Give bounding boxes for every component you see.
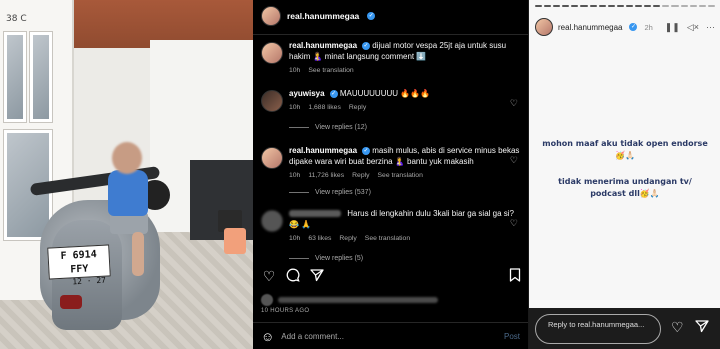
story-username[interactable]: real.hanummegaa [558,23,622,32]
mute-icon[interactable]: ◁× [687,22,699,33]
avatar[interactable] [261,210,283,232]
comment-item: Harus di lengkahin dulu 3kali biar ga si… [261,208,523,244]
heart-icon[interactable]: ♡ [510,155,518,166]
house-number: 38 C [6,14,27,24]
plate-number: F 6914 FFY [60,249,97,276]
story-text-line1: mohon maaf aku tidak open endorse🥳🙏🏻 [542,139,708,160]
comment-likes[interactable]: 11,726 likes [308,170,344,181]
avatar[interactable] [261,6,281,26]
view-replies-button[interactable]: View replies (5) [289,255,363,262]
story-text-line2: tidak menerima undangan tv/ podcast dll🥳… [558,177,692,198]
post-comment-button[interactable]: Post [504,332,520,341]
avatar[interactable] [261,147,283,169]
post-photo[interactable]: 38 C F 6914 FFY 12 · 27 [0,0,253,349]
bookmark-icon[interactable] [507,268,523,284]
verified-badge-icon: ✓ [362,146,371,155]
photo-child-leg [132,232,144,276]
photo-child-head-blurred [112,142,142,174]
verified-badge-icon: ✓ [367,12,376,20]
reply-line [289,258,309,259]
post-comments-panel: real.hanummegaa ✓ real.hanummegaa ✓ dijua… [253,0,528,349]
heart-icon[interactable]: ♡ [671,319,684,335]
view-replies-button[interactable]: View replies (12) [289,124,367,131]
comment-text: MAUUUUUUUU 🔥🔥🔥 [339,89,431,98]
post-time-ago: 10 HOURS AGO [261,308,310,314]
more-icon[interactable]: ··· [706,22,715,33]
verified-badge-icon: ✓ [329,89,338,98]
comment-time: 10h [289,172,301,179]
photo-child-shirt [108,170,148,216]
photo-bucket [224,228,246,254]
license-plate: F 6914 FFY 12 · 27 [47,244,111,286]
view-replies-label: View replies (537) [315,189,371,196]
add-comment-bar: ☺ Add a comment... Post [253,322,528,349]
see-translation-link[interactable]: See translation [365,233,410,244]
comment-item: real.hanummegaa ✓ masih mulus, abis di se… [261,145,523,181]
heart-icon[interactable]: ♡ [510,98,518,109]
comment-time: 10h [289,235,301,242]
comment-username[interactable]: real.hanummegaa [289,146,357,155]
liked-by-text-blurred [278,297,438,303]
smile-icon[interactable]: ☺ [261,329,274,344]
reply-line [289,127,309,128]
story-reply-input[interactable]: Reply to real.hanummegaa... [535,314,661,344]
comment-username-blurred [289,210,341,218]
post-header: real.hanummegaa ✓ [261,6,376,26]
post-action-bar: ♡ [261,268,521,288]
caption-username[interactable]: real.hanummegaa [289,41,357,50]
header-divider [253,34,528,35]
reply-line [289,192,309,193]
comment-username[interactable]: ayuwisya [289,89,325,98]
post-caption: real.hanummegaa ✓ dijual motor vespa 25jt… [261,40,523,76]
heart-icon[interactable]: ♡ [261,268,277,284]
view-replies-label: View replies (12) [315,124,368,131]
photo-window [4,32,26,122]
verified-badge-icon: ✓ [362,41,371,50]
reply-button[interactable]: Reply [349,102,366,113]
view-replies-label: View replies (5) [315,255,364,262]
story-header: real.hanummegaa ✓ 2h ❚❚ ◁× ··· [535,18,715,36]
photo-window [30,32,52,122]
send-icon[interactable] [309,268,325,284]
story-time: 2h [644,22,653,32]
avatar[interactable] [535,18,553,36]
comment-icon[interactable] [285,268,301,284]
send-icon[interactable] [695,319,709,336]
liker-avatar-blurred [261,294,273,306]
story-reply-bar: Reply to real.hanummegaa... ♡ [529,308,720,349]
reply-button[interactable]: Reply [339,233,356,244]
add-comment-input[interactable]: Add a comment... [281,332,497,341]
heart-icon[interactable]: ♡ [510,218,518,229]
comment-item: ayuwisya ✓ MAUUUUUUUU 🔥🔥🔥 10h 1,688 likes… [261,88,523,113]
see-translation-link[interactable]: See translation [378,170,423,181]
avatar[interactable] [261,90,283,112]
comment-likes[interactable]: 1,688 likes [308,102,341,113]
caption-time: 10h [289,67,301,74]
photo-tail-light [60,295,82,309]
reply-button[interactable]: Reply [352,170,369,181]
pause-icon[interactable]: ❚❚ [665,22,680,33]
story-progress-bar [535,5,715,7]
post-username[interactable]: real.hanummegaa [287,11,359,21]
comment-time: 10h [289,104,301,111]
story-panel: real.hanummegaa ✓ 2h ❚❚ ◁× ··· mohon maa… [528,0,720,349]
liked-by-blurred [261,294,438,306]
avatar[interactable] [261,42,283,64]
see-translation-link[interactable]: See translation [308,65,353,76]
comment-likes[interactable]: 63 likes [308,233,331,244]
view-replies-button[interactable]: View replies (537) [289,189,371,196]
verified-badge-icon: ✓ [629,23,638,31]
